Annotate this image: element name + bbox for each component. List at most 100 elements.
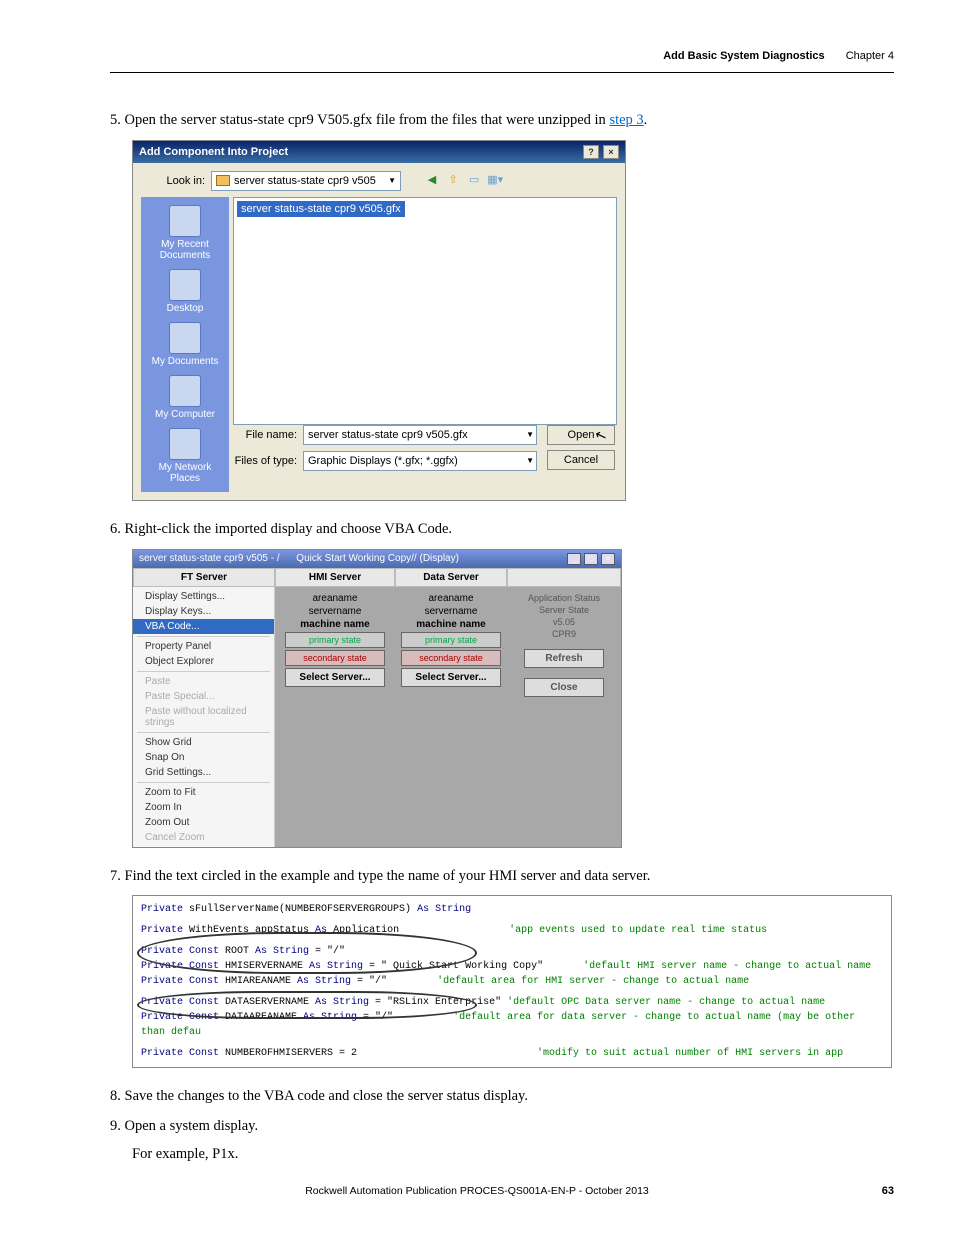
circle-annotation-2 <box>137 991 477 1019</box>
file-selected[interactable]: server status-state cpr9 v505.gfx <box>237 201 405 217</box>
select-server-button[interactable]: Select Server... <box>285 668 385 687</box>
dialog-titlebar: Add Component Into Project ? × <box>133 141 625 163</box>
step-5: 5. Open the server status-state cpr9 V50… <box>110 110 894 132</box>
header-rule <box>110 72 894 73</box>
step-8-text: Save the changes to the VBA code and clo… <box>125 1088 528 1104</box>
display-titlebar: server status-state cpr9 v505 - / Quick … <box>133 550 621 568</box>
folder-icon <box>216 175 230 186</box>
step-num: 5. <box>110 112 121 128</box>
filestype-combo[interactable]: Graphic Displays (*.gfx; *.ggfx) ▼ <box>303 451 537 471</box>
hmi-server-column: areaname servername machine name primary… <box>275 587 395 847</box>
new-folder-icon[interactable]: ▭ <box>465 172 483 190</box>
places-sidebar: My Recent Documents Desktop My Documents… <box>141 197 229 492</box>
col-ft: FT Server <box>133 568 275 587</box>
app-status-column: Application Status Server State v5.05 CP… <box>507 587 621 847</box>
recent-icon <box>169 205 201 237</box>
col-data: Data Server <box>395 568 507 587</box>
mi-display-settings[interactable]: Display Settings... <box>133 589 274 604</box>
mi-zoom-in[interactable]: Zoom In <box>133 800 274 815</box>
primary-state: primary state <box>401 632 501 648</box>
page-header: Add Basic System Diagnostics Chapter 4 <box>663 50 894 62</box>
step-6-text: Right-click the imported display and cho… <box>125 521 453 537</box>
step-8: 8. Save the changes to the VBA code and … <box>110 1086 894 1108</box>
display-title-a: server status-state cpr9 v505 - / <box>139 553 280 564</box>
context-menu: Display Settings... Display Keys... VBA … <box>133 587 275 847</box>
minimize-icon[interactable]: _ <box>567 553 581 565</box>
primary-state: primary state <box>285 632 385 648</box>
add-component-dialog: Add Component Into Project ? × Look in: … <box>132 140 626 501</box>
mi-grid-settings[interactable]: Grid Settings... <box>133 765 274 780</box>
step-num: 8. <box>110 1088 121 1104</box>
mi-snap-on[interactable]: Snap On <box>133 750 274 765</box>
step-7: 7. Find the text circled in the example … <box>110 866 894 888</box>
back-icon[interactable]: ◀ <box>423 172 441 190</box>
close-button[interactable]: Close <box>524 678 604 697</box>
step-9-text: Open a system display. <box>125 1118 259 1134</box>
col-app <box>507 568 621 587</box>
display-title-b: Quick Start Working Copy// (Display) <box>296 553 459 564</box>
secondary-state: secondary state <box>285 650 385 666</box>
cancel-button[interactable]: Cancel <box>547 450 615 470</box>
file-list[interactable]: server status-state cpr9 v505.gfx <box>233 197 617 425</box>
chevron-down-icon: ▼ <box>388 176 396 185</box>
mi-paste: Paste <box>133 674 274 689</box>
header-title: Add Basic System Diagnostics <box>663 50 824 62</box>
mi-object-explorer[interactable]: Object Explorer <box>133 654 274 669</box>
close-icon[interactable]: × <box>601 553 615 565</box>
step-num: 9. <box>110 1118 121 1134</box>
header-chapter: Chapter 4 <box>846 50 894 62</box>
menu-separator <box>137 636 270 637</box>
desktop-icon <box>169 269 201 301</box>
column-headers: FT Server HMI Server Data Server <box>133 568 621 587</box>
network-icon <box>169 428 201 460</box>
documents-icon <box>169 322 201 354</box>
computer-icon <box>169 375 201 407</box>
mi-zoom-out[interactable]: Zoom Out <box>133 815 274 830</box>
menu-separator <box>137 732 270 733</box>
mi-paste-wo: Paste without localized strings <box>133 704 274 730</box>
server-status-display: server status-state cpr9 v505 - / Quick … <box>132 549 622 848</box>
step-6: 6. Right-click the imported display and … <box>110 519 894 541</box>
lookin-value: server status-state cpr9 v505 <box>234 175 376 187</box>
step-9: 9. Open a system display. <box>110 1116 894 1138</box>
refresh-button[interactable]: Refresh <box>524 649 604 668</box>
dialog-toolbar: ◀ ⇧ ▭ ▦▾ <box>423 172 504 190</box>
step-5-text-b: . <box>644 112 648 128</box>
up-folder-icon[interactable]: ⇧ <box>444 172 462 190</box>
lookin-label: Look in: <box>141 175 205 187</box>
mi-display-keys[interactable]: Display Keys... <box>133 604 274 619</box>
select-server-button[interactable]: Select Server... <box>401 668 501 687</box>
sidebar-network[interactable]: My Network Places <box>141 426 229 486</box>
mi-paste-special: Paste Special... <box>133 689 274 704</box>
chevron-down-icon: ▼ <box>526 430 534 439</box>
page-number: 63 <box>882 1185 894 1197</box>
lookin-combo[interactable]: server status-state cpr9 v505 ▼ <box>211 171 401 191</box>
filestype-label: Files of type: <box>233 455 297 467</box>
filename-label: File name: <box>233 429 297 441</box>
mi-cancel-zoom: Cancel Zoom <box>133 830 274 845</box>
step-num: 7. <box>110 868 121 884</box>
page-footer: Rockwell Automation Publication PROCES-Q… <box>0 1185 954 1197</box>
mi-zoom-fit[interactable]: Zoom to Fit <box>133 785 274 800</box>
sidebar-mydocs[interactable]: My Documents <box>148 320 223 369</box>
step-7-text: Find the text circled in the example and… <box>125 868 651 884</box>
step-num: 6. <box>110 521 121 537</box>
sidebar-desktop[interactable]: Desktop <box>163 267 208 316</box>
dialog-title: Add Component Into Project <box>139 146 288 158</box>
maximize-icon[interactable]: □ <box>584 553 598 565</box>
mi-show-grid[interactable]: Show Grid <box>133 735 274 750</box>
menu-separator <box>137 782 270 783</box>
mi-vba-code[interactable]: VBA Code... <box>133 619 274 634</box>
filename-input[interactable]: server status-state cpr9 v505.gfx ▼ <box>303 425 537 445</box>
views-icon[interactable]: ▦▾ <box>486 172 504 190</box>
menu-separator <box>137 671 270 672</box>
mi-property-panel[interactable]: Property Panel <box>133 639 274 654</box>
sidebar-mycomp[interactable]: My Computer <box>151 373 219 422</box>
close-icon[interactable]: × <box>603 145 619 159</box>
help-icon[interactable]: ? <box>583 145 599 159</box>
chevron-down-icon: ▼ <box>526 456 534 465</box>
step-3-link[interactable]: step 3 <box>609 112 643 128</box>
sidebar-recent[interactable]: My Recent Documents <box>141 203 229 263</box>
circle-annotation-1 <box>137 932 477 974</box>
step-5-text-a: Open the server status-state cpr9 V505.g… <box>125 112 610 128</box>
